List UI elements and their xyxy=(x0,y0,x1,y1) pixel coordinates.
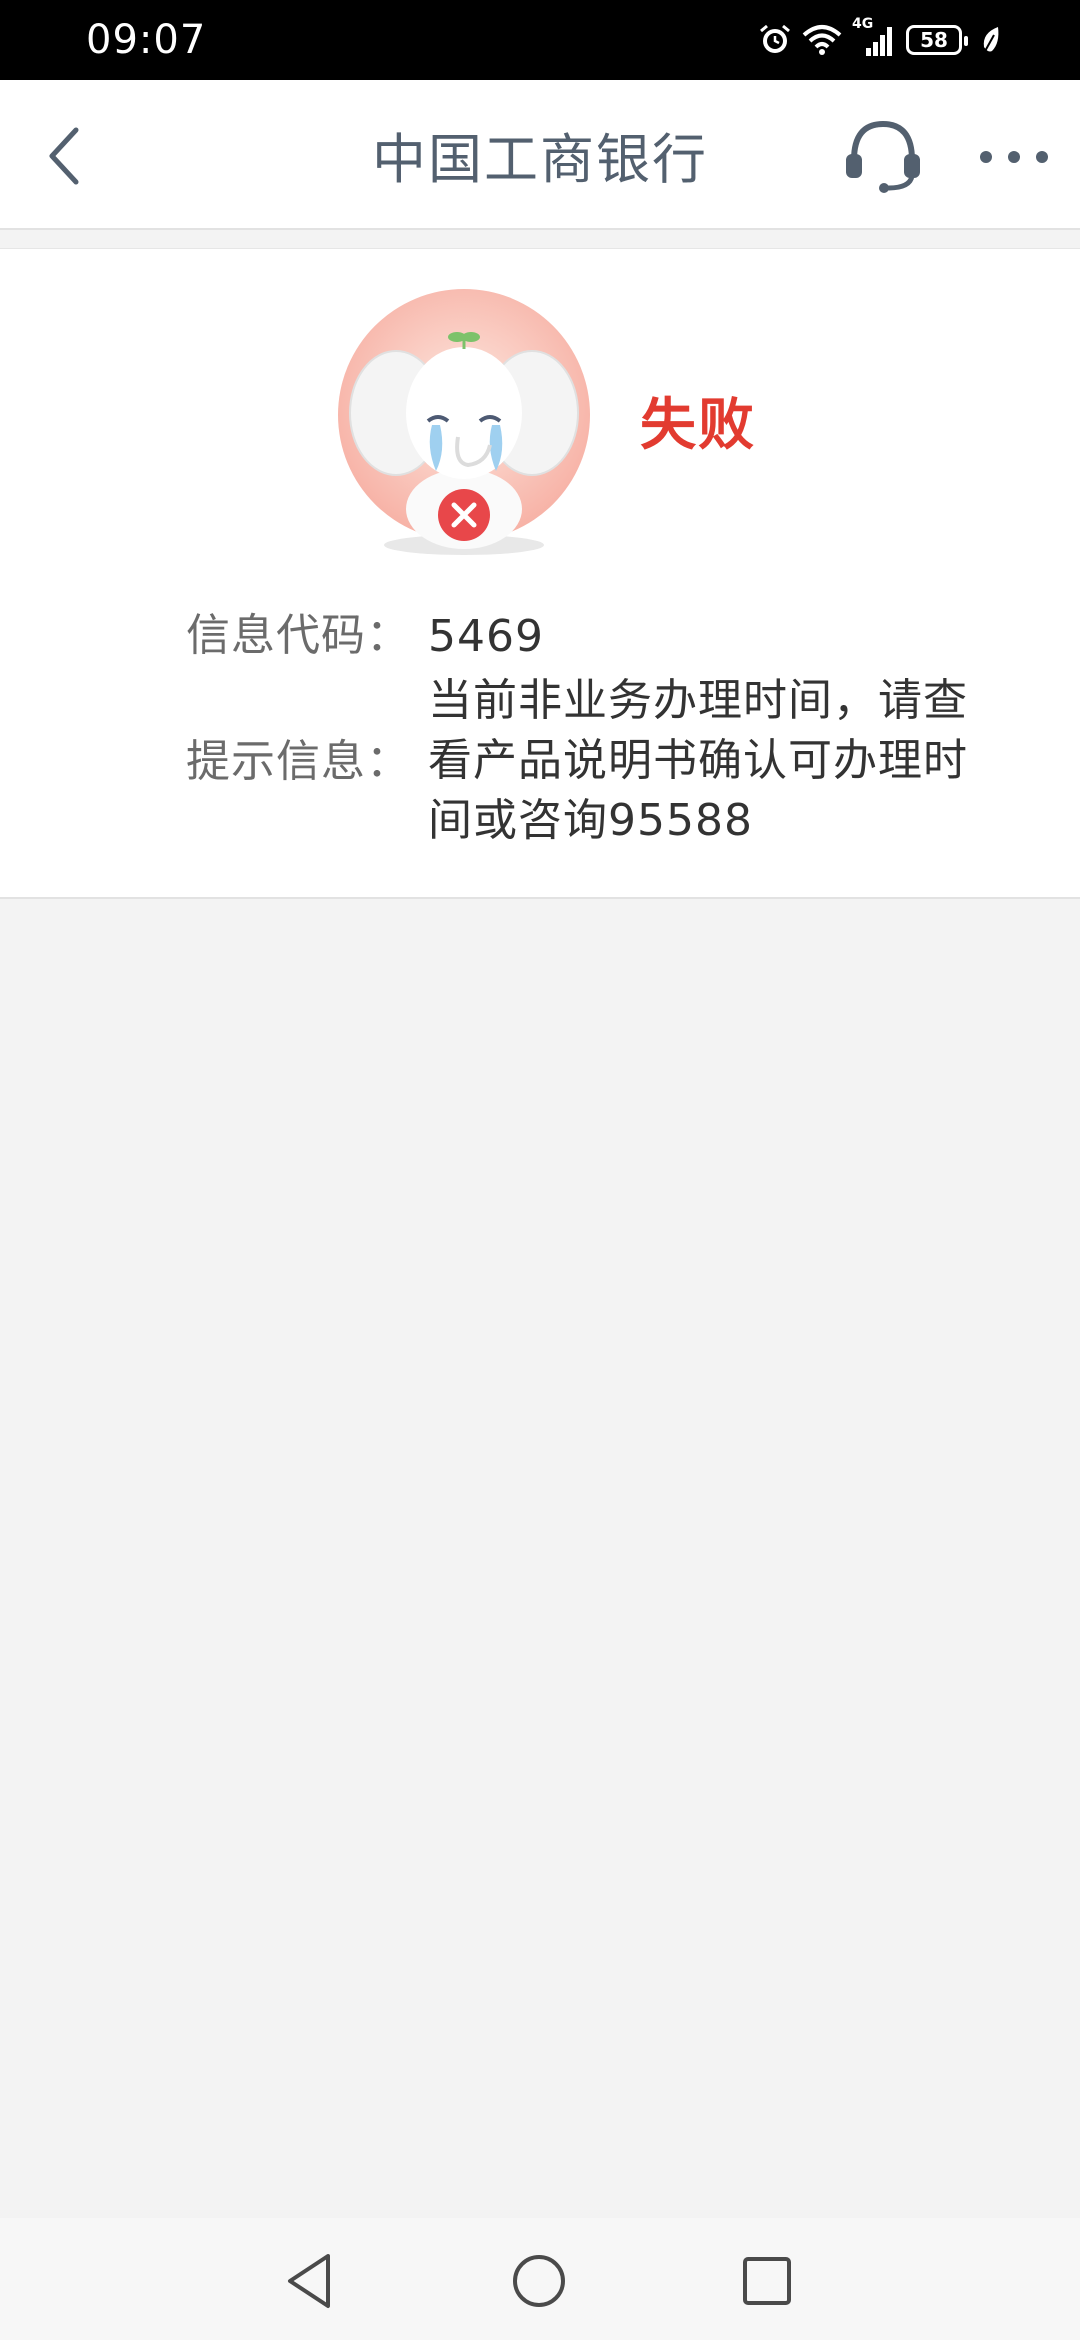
headset-icon xyxy=(846,120,920,193)
more-button[interactable] xyxy=(976,140,1052,174)
nav-home-button[interactable] xyxy=(506,2248,572,2314)
status-icons: 4G 58 xyxy=(758,16,1002,64)
battery-icon: 58 xyxy=(906,25,968,55)
alarm-icon xyxy=(760,24,790,53)
app-header: 中国工商银行 xyxy=(0,80,1080,230)
system-nav-bar xyxy=(0,2218,1080,2340)
message-label: 提示信息： xyxy=(186,736,411,787)
info-code-label: 信息代码： xyxy=(186,610,411,661)
nav-back-button[interactable] xyxy=(278,2248,344,2314)
cellular-signal-icon: 4G xyxy=(852,16,896,60)
circle-home-icon xyxy=(513,2255,565,2307)
wifi-icon xyxy=(802,25,842,55)
nav-recents-button[interactable] xyxy=(734,2248,800,2314)
triangle-back-icon xyxy=(288,2254,330,2308)
leaf-icon xyxy=(983,27,999,54)
result-status: 失败 xyxy=(640,393,756,458)
status-time: 09:07 xyxy=(86,17,207,63)
info-code-value: 5469 xyxy=(428,611,544,662)
battery-level: 58 xyxy=(920,28,948,52)
status-bar: 09:07 4G 58 xyxy=(0,0,1080,80)
crying-elephant-mascot xyxy=(338,289,590,555)
square-recents-icon xyxy=(743,2257,791,2305)
more-icon xyxy=(980,151,1048,163)
result-card: 失败 信息代码： 5469 提示信息： 当前非业务办理时间，请查看产品说明书确认… xyxy=(0,248,1080,899)
message-value: 当前非业务办理时间，请查看产品说明书确认可办理时间或咨询95588 xyxy=(428,675,968,846)
customer-service-button[interactable] xyxy=(840,116,926,196)
